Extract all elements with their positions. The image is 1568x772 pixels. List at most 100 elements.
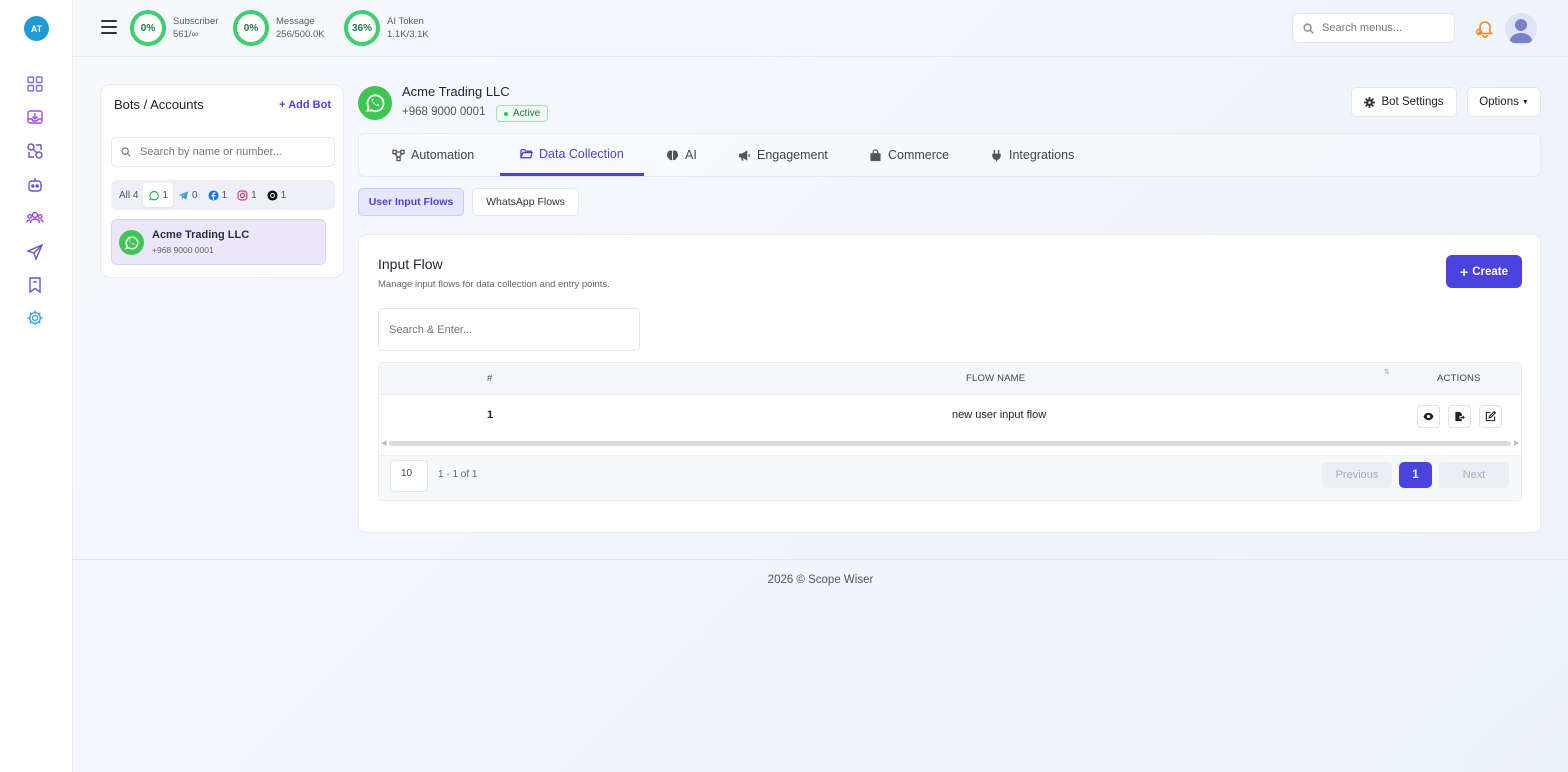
flow-search-box[interactable] <box>378 308 640 351</box>
tab-label: Engagement <box>757 148 828 162</box>
options-dropdown-button[interactable]: Options ▼ <box>1467 87 1541 117</box>
subscriber-ring: 0% <box>130 10 166 46</box>
message-stat: 0% Message 256/500.0K <box>233 10 325 46</box>
account-name: Acme Trading LLC <box>402 84 510 99</box>
eye-icon <box>1423 412 1434 421</box>
add-bot-label: Add Bot <box>288 99 331 111</box>
file-export-icon <box>1455 411 1465 422</box>
plus-icon: + <box>1460 263 1469 280</box>
dashboard-grid-icon[interactable] <box>26 75 44 93</box>
table-row: 1 new user input flow <box>379 395 1521 439</box>
account-number: +968 9000 0001 <box>402 106 486 118</box>
bookmark-icon[interactable] <box>26 276 44 294</box>
send-paper-plane-icon[interactable] <box>26 243 44 261</box>
notification-bell-icon[interactable] <box>1475 18 1495 38</box>
bots-search-input[interactable] <box>140 146 320 158</box>
page-1-button[interactable]: 1 <box>1399 462 1432 488</box>
filter-count: 1 <box>280 189 287 201</box>
bot-list-item[interactable]: Acme Trading LLC +968 9000 0001 <box>111 219 326 265</box>
table-footer: 10 1 - 1 of 1 Previous 1 Next <box>379 455 1521 500</box>
app-logo[interactable]: AT <box>24 16 49 41</box>
footer-copyright: 2026 © Scope Wiser <box>767 574 874 586</box>
column-flow-name[interactable]: FLOW NAME <box>966 373 1025 384</box>
stat-label: Message <box>276 16 315 27</box>
filter-all-label: All <box>119 189 131 201</box>
filter-count: 1 <box>251 189 257 201</box>
settings-gear-icon[interactable] <box>26 309 44 327</box>
filter-all[interactable]: All 4 <box>114 183 143 207</box>
inbox-download-icon[interactable] <box>26 108 44 126</box>
export-flow-button[interactable] <box>1448 405 1471 428</box>
column-index[interactable]: # <box>487 373 492 384</box>
row-flow-name: new user input flow <box>952 409 1047 421</box>
facebook-icon <box>208 189 219 201</box>
tab-engagement[interactable]: Engagement <box>738 134 828 176</box>
table-header: # FLOW NAME ⇅ ACTIONS <box>379 363 1521 395</box>
scroll-left-icon[interactable]: ◀ <box>381 439 386 447</box>
threads-icon <box>267 189 278 201</box>
status-badge: Active <box>496 105 549 122</box>
user-avatar[interactable] <box>1505 13 1537 45</box>
sidebar: AT <box>0 0 73 772</box>
card-subtitle: Manage input flows for data collection a… <box>378 279 610 290</box>
filter-count: 4 <box>132 189 139 201</box>
filter-telegram[interactable]: 0 <box>173 183 203 207</box>
gear-icon <box>1364 96 1376 108</box>
tab-data-collection[interactable]: Data Collection <box>500 134 644 176</box>
bots-accounts-panel: Bots / Accounts + Add Bot All 4 1 0 1 1 <box>100 84 344 278</box>
filter-threads[interactable]: 1 <box>262 183 292 207</box>
tab-automation[interactable]: Automation <box>392 134 474 176</box>
tab-ai[interactable]: AI <box>666 134 697 176</box>
sort-indicator-icon[interactable]: ⇅ <box>1384 368 1390 376</box>
bot-name: Acme Trading LLC <box>152 229 250 241</box>
create-label: Create <box>1472 265 1508 278</box>
megaphone-icon <box>738 149 750 161</box>
section-tabs: Automation Data Collection AI Engagement… <box>358 133 1541 177</box>
stat-value: 561/∞ <box>173 29 199 40</box>
flow-search-input[interactable] <box>389 323 629 336</box>
whatsapp-icon <box>119 230 144 255</box>
card-title: Input Flow <box>378 256 443 272</box>
search-menus-input[interactable] <box>1322 22 1442 34</box>
next-page-button[interactable]: Next <box>1439 462 1509 488</box>
input-flow-card: Input Flow Manage input flows for data c… <box>358 234 1541 533</box>
instagram-icon <box>237 190 248 200</box>
plug-icon <box>992 149 1001 162</box>
ai-token-stat: 36% AI Token 1.1K/3.1K <box>344 10 429 46</box>
search-menus-box[interactable] <box>1292 13 1455 43</box>
link-network-icon[interactable] <box>26 142 44 160</box>
telegram-icon <box>178 190 189 200</box>
menu-toggle-icon[interactable] <box>101 20 117 34</box>
tab-integrations[interactable]: Integrations <box>990 134 1074 176</box>
ai-token-ring: 36% <box>344 10 380 46</box>
caret-down-icon: ▼ <box>1521 98 1529 106</box>
subtab-user-input-flows[interactable]: User Input Flows <box>358 188 464 216</box>
horizontal-scrollbar[interactable] <box>389 441 1511 446</box>
filter-whatsapp[interactable]: 1 <box>143 183 174 207</box>
plus-icon: + <box>279 99 286 111</box>
filter-facebook[interactable]: 1 <box>203 183 233 207</box>
bots-search-box[interactable] <box>111 137 335 167</box>
edit-flow-button[interactable] <box>1479 405 1502 428</box>
subtab-whatsapp-flows[interactable]: WhatsApp Flows <box>472 188 579 216</box>
users-group-icon[interactable] <box>26 209 44 227</box>
scroll-right-icon[interactable]: ▶ <box>1514 439 1519 447</box>
edit-pencil-icon <box>1485 411 1496 422</box>
add-bot-button[interactable]: + Add Bot <box>279 99 331 111</box>
bot-icon[interactable] <box>26 176 44 194</box>
footer-divider <box>73 559 1568 560</box>
create-button[interactable]: + Create <box>1446 255 1522 288</box>
platform-filter-bar: All 4 1 0 1 1 1 <box>111 180 335 210</box>
tab-commerce[interactable]: Commerce <box>869 134 949 176</box>
filter-instagram[interactable]: 1 <box>232 183 262 207</box>
stat-value: 1.1K/3.1K <box>387 29 429 40</box>
bot-settings-button[interactable]: Bot Settings <box>1351 87 1457 117</box>
message-ring: 0% <box>233 10 269 46</box>
column-actions: ACTIONS <box>1437 373 1481 384</box>
tab-label: Automation <box>411 148 475 162</box>
page-size-select[interactable]: 10 <box>390 460 428 492</box>
view-flow-button[interactable] <box>1417 405 1440 428</box>
subscriber-stat: 0% Subscriber 561/∞ <box>130 10 218 46</box>
previous-page-button[interactable]: Previous <box>1322 462 1392 488</box>
whatsapp-icon <box>149 190 160 201</box>
